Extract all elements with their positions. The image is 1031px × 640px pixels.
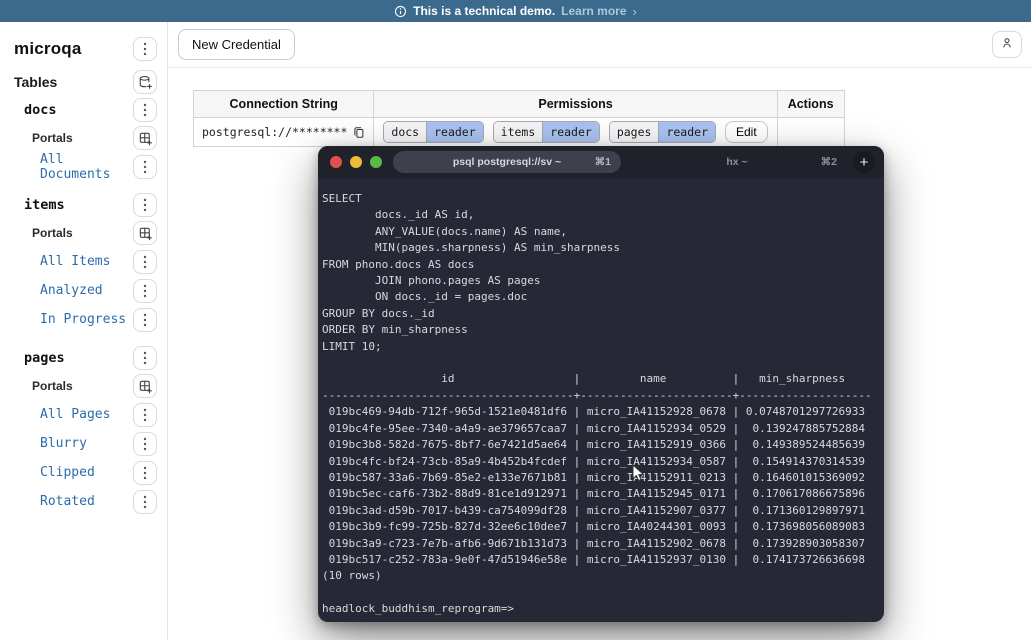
- sidebar-portal-all-items[interactable]: All Items: [14, 254, 110, 269]
- rotated-menu-button[interactable]: [133, 490, 157, 514]
- pages-portals-label: Portals: [14, 379, 73, 393]
- kebab-icon: [143, 495, 147, 509]
- kebab-icon: [143, 408, 147, 422]
- sidebar-table-pages[interactable]: pages: [14, 350, 65, 366]
- col-header-permissions: Permissions: [374, 91, 777, 118]
- in-progress-menu-button[interactable]: [133, 308, 157, 332]
- docs-menu-button[interactable]: [133, 98, 157, 122]
- kebab-icon: [143, 437, 147, 451]
- permission-role: reader: [427, 122, 483, 142]
- grid-plus-icon: [138, 226, 153, 241]
- app-title: microqa: [14, 39, 82, 59]
- kebab-icon: [143, 351, 147, 365]
- analyzed-menu-button[interactable]: [133, 279, 157, 303]
- actions-cell: [777, 118, 844, 147]
- terminal-tab-psql[interactable]: psql postgresql://sv ~ ⌘1: [393, 151, 621, 173]
- sidebar: microqa Tables docs Portals All Document…: [0, 22, 168, 640]
- kebab-icon: [143, 160, 147, 174]
- blurry-menu-button[interactable]: [133, 432, 157, 456]
- add-portal-button[interactable]: [133, 374, 157, 398]
- learn-more-link[interactable]: Learn more: [561, 4, 626, 18]
- kebab-icon: [143, 103, 147, 117]
- permission-scope: items: [494, 122, 544, 142]
- minimize-window-icon[interactable]: [350, 156, 362, 168]
- pages-menu-button[interactable]: [133, 346, 157, 370]
- kebab-icon: [143, 42, 147, 56]
- connection-string-value: postgresql://********: [202, 125, 347, 139]
- user-menu-button[interactable]: [992, 31, 1022, 58]
- sidebar-table-items[interactable]: items: [14, 197, 65, 213]
- kebab-icon: [143, 198, 147, 212]
- tab-shortcut: ⌘2: [821, 156, 837, 168]
- add-portal-button[interactable]: [133, 126, 157, 150]
- all-documents-menu-button[interactable]: [133, 155, 157, 179]
- user-icon: [1000, 36, 1014, 53]
- kebab-icon: [143, 255, 147, 269]
- col-header-actions: Actions: [777, 91, 844, 118]
- credential-row: postgresql://******** docs reader items: [194, 118, 845, 147]
- chevron-right-icon: ›: [633, 4, 637, 19]
- info-icon: [394, 5, 407, 18]
- all-items-menu-button[interactable]: [133, 250, 157, 274]
- app-menu-button[interactable]: [133, 37, 157, 61]
- close-window-icon[interactable]: [330, 156, 342, 168]
- tab-title: psql postgresql://sv ~: [453, 156, 561, 168]
- tables-section-label: Tables: [14, 74, 57, 90]
- sidebar-portal-clipped[interactable]: Clipped: [14, 465, 95, 480]
- items-portals-label: Portals: [14, 226, 73, 240]
- new-tab-button[interactable]: +: [853, 151, 875, 173]
- add-portal-button[interactable]: [133, 221, 157, 245]
- permission-role: reader: [543, 122, 599, 142]
- banner-text: This is a technical demo.: [413, 4, 555, 18]
- permission-chip-docs: docs reader: [383, 121, 483, 143]
- all-pages-menu-button[interactable]: [133, 403, 157, 427]
- permission-chip-pages: pages reader: [609, 121, 716, 143]
- demo-banner: This is a technical demo. Learn more ›: [0, 0, 1031, 22]
- permission-scope: docs: [384, 122, 427, 142]
- zoom-window-icon[interactable]: [370, 156, 382, 168]
- kebab-icon: [143, 313, 147, 327]
- kebab-icon: [143, 284, 147, 298]
- grid-plus-icon: [138, 379, 153, 394]
- terminal-screen[interactable]: SELECT docs._id AS id, ANY_VALUE(docs.na…: [318, 178, 884, 618]
- sidebar-portal-rotated[interactable]: Rotated: [14, 494, 95, 509]
- sidebar-table-docs[interactable]: docs: [14, 102, 57, 118]
- database-plus-icon: [138, 75, 153, 90]
- toolbar: New Credential: [168, 22, 1031, 68]
- edit-permissions-button[interactable]: Edit: [725, 121, 768, 143]
- credentials-table: Connection String Permissions Actions po…: [193, 90, 845, 147]
- clipped-menu-button[interactable]: [133, 461, 157, 485]
- kebab-icon: [143, 466, 147, 480]
- terminal-window: psql postgresql://sv ~ ⌘1 hx ~ ⌘2 + SELE…: [318, 146, 884, 622]
- new-credential-button[interactable]: New Credential: [178, 29, 295, 60]
- sidebar-portal-analyzed[interactable]: Analyzed: [14, 283, 103, 298]
- permission-role: reader: [659, 122, 715, 142]
- permission-chip-items: items reader: [493, 121, 600, 143]
- sidebar-portal-all-documents[interactable]: All Documents: [14, 152, 133, 182]
- window-controls: [318, 156, 393, 168]
- docs-portals-label: Portals: [14, 131, 73, 145]
- grid-plus-icon: [138, 131, 153, 146]
- tab-shortcut: ⌘1: [595, 156, 611, 168]
- terminal-titlebar[interactable]: psql postgresql://sv ~ ⌘1 hx ~ ⌘2 +: [318, 146, 884, 178]
- terminal-tab-hx[interactable]: hx ~ ⌘2: [621, 151, 853, 173]
- sidebar-portal-in-progress[interactable]: In Progress: [14, 312, 126, 327]
- permission-scope: pages: [610, 122, 660, 142]
- items-menu-button[interactable]: [133, 193, 157, 217]
- sidebar-portal-blurry[interactable]: Blurry: [14, 436, 87, 451]
- sidebar-portal-all-pages[interactable]: All Pages: [14, 407, 110, 422]
- col-header-connection-string: Connection String: [194, 91, 374, 118]
- add-table-button[interactable]: [133, 70, 157, 94]
- copy-icon[interactable]: [353, 126, 365, 139]
- tab-title: hx ~: [726, 156, 747, 168]
- credentials-table-header-row: Connection String Permissions Actions: [194, 91, 845, 118]
